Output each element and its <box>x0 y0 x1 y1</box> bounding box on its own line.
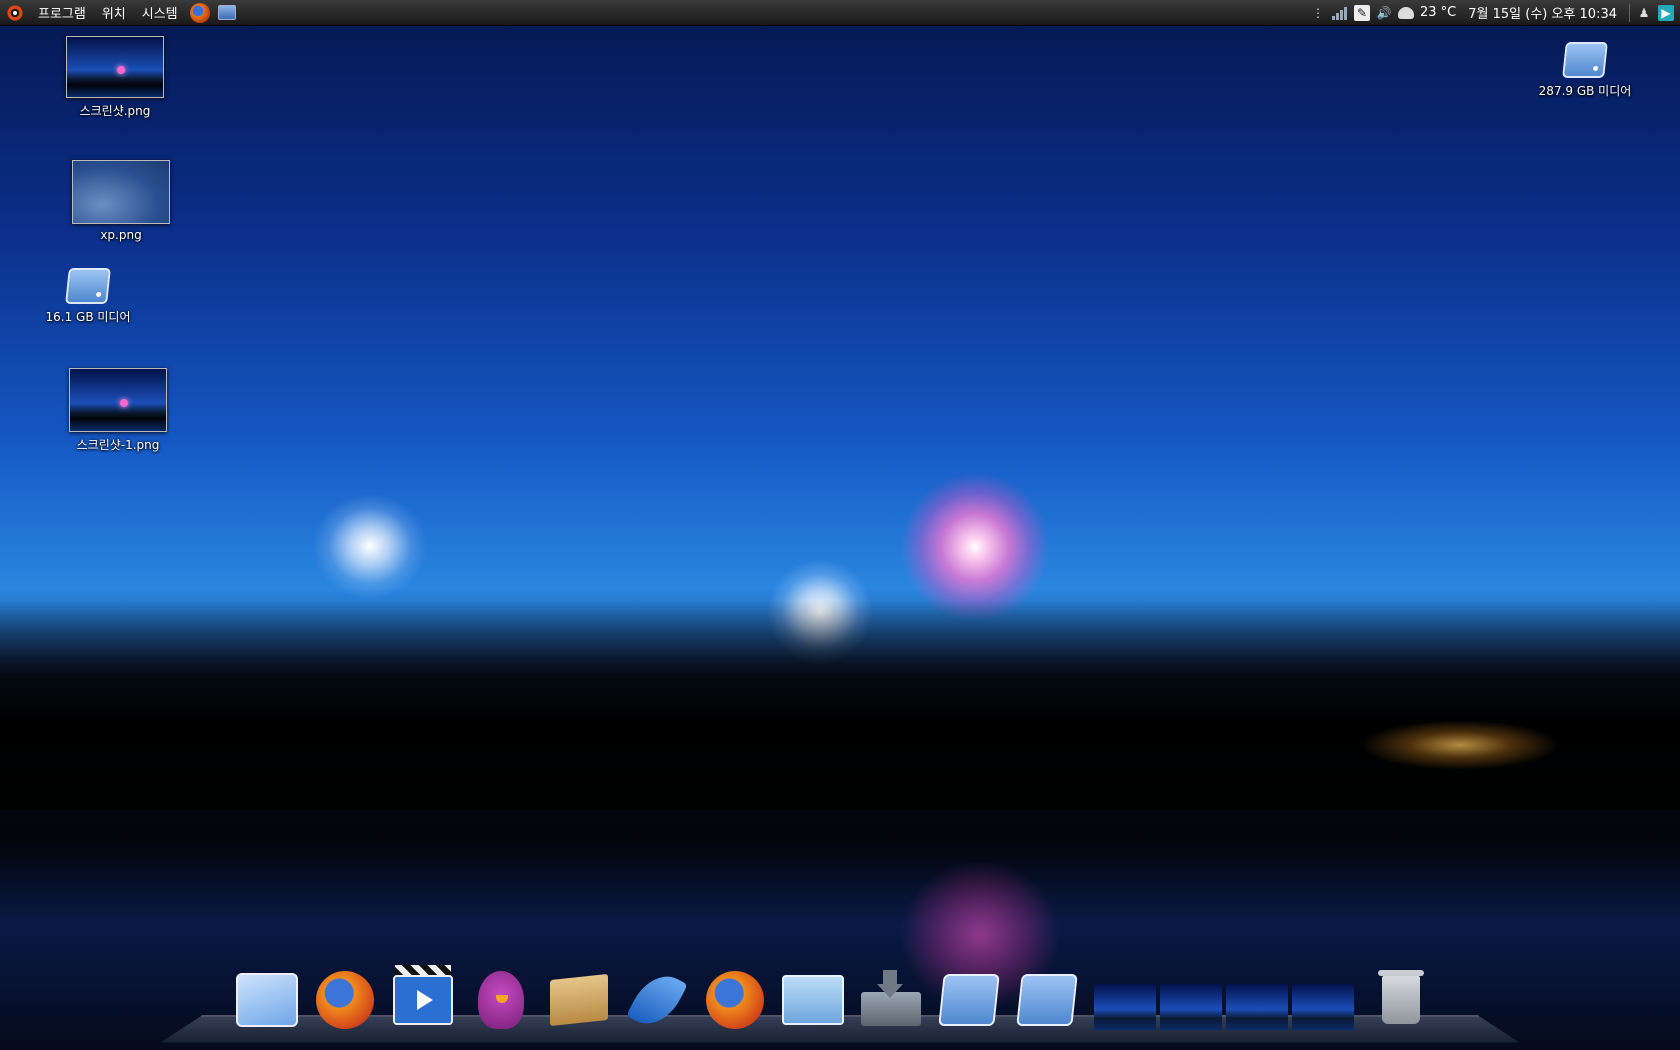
volume-icon[interactable]: 🔊 <box>1376 5 1392 21</box>
ubuntu-logo-icon[interactable] <box>6 3 24 22</box>
folder-icon <box>782 975 844 1025</box>
feather-icon <box>626 965 688 1035</box>
desktop-icon-label: 스크린샷-1.png <box>76 438 160 452</box>
panel-separator <box>1629 3 1630 22</box>
desktop-icon-drive-16gb[interactable]: 16.1 GB 미디어 <box>40 268 136 325</box>
desktop-icon-label: 스크린샷.png <box>79 104 151 118</box>
window-thumbnail[interactable] <box>1094 984 1156 1030</box>
window-thumbnail[interactable] <box>1160 984 1222 1030</box>
dock-item-downloads[interactable] <box>860 970 922 1030</box>
firefox-launcher-icon[interactable] <box>189 2 210 23</box>
drive-icon <box>938 974 1000 1026</box>
dock-item-firefox[interactable] <box>314 970 376 1030</box>
firefox-icon <box>316 971 374 1029</box>
image-thumbnail <box>66 36 164 98</box>
notification-icon[interactable]: ▶ <box>1658 4 1674 21</box>
trash-icon <box>1378 970 1424 1024</box>
package-icon <box>550 973 608 1027</box>
desktop-icon-screenshot-1[interactable]: 스크린샷-1.png <box>60 368 176 453</box>
window-thumbnail[interactable] <box>1226 984 1288 1030</box>
desktop-icon-label: 287.9 GB 미디어 <box>1538 84 1632 98</box>
house-lights <box>1360 720 1560 770</box>
dock-item-trash[interactable] <box>1370 970 1432 1030</box>
desktop-icon-screenshot[interactable]: 스크린샷.png <box>60 36 170 119</box>
user-switcher-icon[interactable]: ♟ <box>1636 5 1652 21</box>
image-thumbnail <box>72 160 170 224</box>
tree-silhouette <box>0 600 1680 810</box>
window-thumbnail[interactable] <box>1292 984 1354 1030</box>
menu-handle-icon[interactable]: ⋮ <box>1310 5 1326 21</box>
dock-item-feather[interactable] <box>626 965 688 1035</box>
dock-item-folder[interactable] <box>782 970 844 1030</box>
desktop-icon-label: xp.png <box>100 228 142 242</box>
image-thumbnail <box>69 368 167 432</box>
temperature-readout[interactable]: 23 °C <box>1420 5 1456 20</box>
dock <box>236 965 1432 1035</box>
mail-launcher-icon[interactable] <box>217 5 236 20</box>
gimp-tray-icon[interactable]: ✎ <box>1353 4 1370 21</box>
drive-icon <box>1562 42 1608 78</box>
menu-places[interactable]: 위치 <box>94 3 134 22</box>
desktop-icon-xp[interactable]: xp.png <box>66 160 176 242</box>
clock[interactable]: 7월 15일 (수) 오후 10:34 <box>1462 3 1623 22</box>
weather-cloud-icon[interactable] <box>1397 6 1414 19</box>
dock-window-thumbnails[interactable] <box>1094 984 1354 1030</box>
firefox-icon <box>706 971 764 1029</box>
video-player-icon <box>393 965 453 1025</box>
dock-item-package[interactable] <box>548 970 610 1030</box>
download-icon <box>861 970 921 1026</box>
desktop-icon <box>236 973 298 1027</box>
dock-item-drive-2[interactable] <box>1016 970 1078 1030</box>
top-panel: 프로그램 위치 시스템 ⋮ ✎ 🔊 23 °C 7월 15일 (수) 오후 10… <box>0 0 1680 26</box>
drive-icon <box>1016 974 1078 1026</box>
desktop-icon-label: 16.1 GB 미디어 <box>45 310 131 324</box>
dock-item-pidgin[interactable] <box>470 970 532 1030</box>
dock-item-video[interactable] <box>392 965 454 1030</box>
pidgin-icon <box>478 971 524 1029</box>
dock-item-firefox-2[interactable] <box>704 970 766 1030</box>
dock-item-desktop[interactable] <box>236 970 298 1030</box>
menu-applications[interactable]: 프로그램 <box>30 3 94 22</box>
menu-system[interactable]: 시스템 <box>134 3 186 22</box>
network-signal-icon[interactable] <box>1332 6 1348 20</box>
desktop-icon-drive-287gb[interactable]: 287.9 GB 미디어 <box>1530 42 1640 99</box>
drive-icon <box>65 268 111 304</box>
dock-item-drive-1[interactable] <box>938 970 1000 1030</box>
firework-white-left <box>305 486 435 606</box>
